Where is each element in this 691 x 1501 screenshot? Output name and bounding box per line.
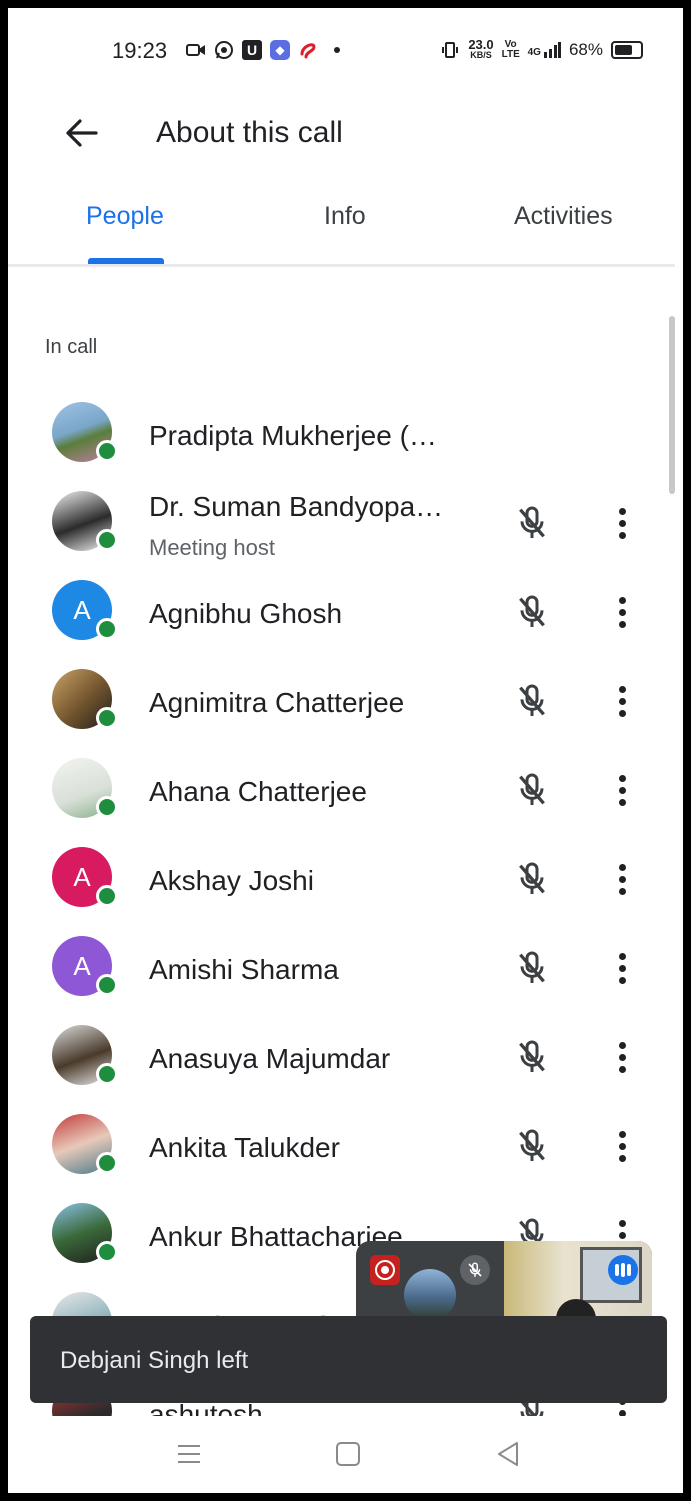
dot-icon	[334, 47, 340, 53]
snackbar-text: Debjani Singh left	[60, 1347, 249, 1374]
participant-name: Agnibhu Ghosh	[149, 598, 343, 629]
tab-people[interactable]: People	[86, 202, 164, 231]
participant-name: Amishi Sharma	[149, 954, 339, 985]
page-title: About this call	[156, 116, 343, 149]
participant-row[interactable]: Ankita Talukder	[8, 1104, 675, 1193]
more-options-icon[interactable]	[606, 1037, 638, 1077]
participant-name: Dr. Suman Bandyopa…	[149, 491, 444, 522]
battery-icon	[611, 41, 643, 59]
mic-off-icon	[460, 1255, 490, 1285]
more-options-icon[interactable]	[606, 503, 638, 543]
participant-row[interactable]: Ahana Chatterjee	[8, 748, 675, 837]
system-nav-bar	[8, 1416, 683, 1493]
participant-name: Pradipta Mukherjee (…	[149, 420, 437, 451]
more-options-icon[interactable]	[606, 859, 638, 899]
net-speed-unit: KB/S	[470, 50, 492, 60]
tab-activities[interactable]: Activities	[514, 202, 613, 231]
menu-icon[interactable]	[169, 1438, 209, 1470]
mic-off-icon[interactable]	[512, 948, 552, 988]
mic-off-icon[interactable]	[512, 592, 552, 632]
video-icon	[186, 40, 206, 60]
more-options-icon[interactable]	[606, 681, 638, 721]
more-options-icon[interactable]	[606, 592, 638, 632]
mic-off-icon[interactable]	[512, 503, 552, 543]
participant-row[interactable]: A Amishi Sharma	[8, 926, 675, 1015]
signal-label: 4G	[528, 42, 561, 58]
mic-off-icon[interactable]	[512, 1126, 552, 1166]
whatsapp-icon	[214, 40, 234, 60]
section-in-call: In call	[45, 336, 98, 358]
participant-name: Anasuya Majumdar	[149, 1043, 391, 1074]
participant-row[interactable]: Pradipta Mukherjee (…	[8, 392, 675, 481]
mic-off-icon[interactable]	[512, 859, 552, 899]
volte-label: Vo LTE	[501, 39, 520, 60]
participant-name: Agnimitra Chatterjee	[149, 687, 405, 718]
recording-icon	[370, 1255, 400, 1285]
app-icon: ◆	[270, 40, 290, 60]
participant-row[interactable]: Anasuya Majumdar	[8, 1015, 675, 1104]
arrow-left-icon	[66, 119, 98, 147]
network-type: 4G	[527, 47, 541, 58]
online-status-icon	[96, 1152, 118, 1174]
more-options-icon[interactable]	[606, 770, 638, 810]
status-time: 19:23	[112, 38, 168, 63]
participant-row[interactable]: Agnimitra Chatterjee	[8, 659, 675, 748]
online-status-icon	[96, 440, 118, 462]
back-button[interactable]	[58, 110, 104, 156]
participant-row[interactable]: A Agnibhu Ghosh	[8, 570, 675, 659]
mic-off-icon[interactable]	[512, 770, 552, 810]
vibrate-icon	[440, 40, 460, 60]
online-status-icon	[96, 796, 118, 818]
battery-percent: 68%	[568, 40, 603, 59]
net-speed: 23.0 KB/S	[468, 37, 494, 60]
tab-info[interactable]: Info	[324, 202, 366, 231]
online-status-icon	[96, 885, 118, 907]
back-triangle-icon[interactable]	[488, 1438, 528, 1470]
net-speed-value: 23.0	[468, 37, 494, 52]
u-app-icon: U	[242, 40, 262, 60]
status-bar: 19:23 U ◆ 23.0 KB/S Vo LTE 4G 68%	[8, 8, 683, 98]
online-status-icon	[96, 1241, 118, 1263]
app-bar: About this call	[8, 98, 683, 168]
self-video-thumbnail	[404, 1269, 456, 1321]
online-status-icon	[96, 1063, 118, 1085]
mic-off-icon[interactable]	[512, 681, 552, 721]
picture-in-picture[interactable]	[356, 1241, 652, 1321]
home-icon[interactable]	[328, 1438, 368, 1470]
more-options-icon[interactable]	[606, 1126, 638, 1166]
tab-indicator	[88, 258, 164, 264]
participant-name: Ahana Chatterjee	[149, 776, 367, 807]
tab-bar: People Info Activities	[8, 188, 675, 267]
mic-off-icon[interactable]	[512, 1037, 552, 1077]
online-status-icon	[96, 618, 118, 640]
screen: 19:23 U ◆ 23.0 KB/S Vo LTE 4G 68% About …	[8, 8, 683, 1493]
participant-row[interactable]: Dr. Suman Bandyopa… Meeting host	[8, 481, 675, 570]
speaking-indicator-icon	[608, 1255, 638, 1285]
signal-icon	[543, 42, 561, 58]
participant-name: Ankita Talukder	[149, 1132, 340, 1163]
more-options-icon[interactable]	[606, 948, 638, 988]
airtel-icon	[298, 40, 318, 60]
online-status-icon	[96, 707, 118, 729]
participant-row[interactable]: A Akshay Joshi	[8, 837, 675, 926]
participant-role: Meeting host	[149, 535, 275, 560]
snackbar: Debjani Singh left	[30, 1316, 667, 1403]
online-status-icon	[96, 529, 118, 551]
participant-name: Akshay Joshi	[149, 865, 314, 896]
online-status-icon	[96, 974, 118, 996]
